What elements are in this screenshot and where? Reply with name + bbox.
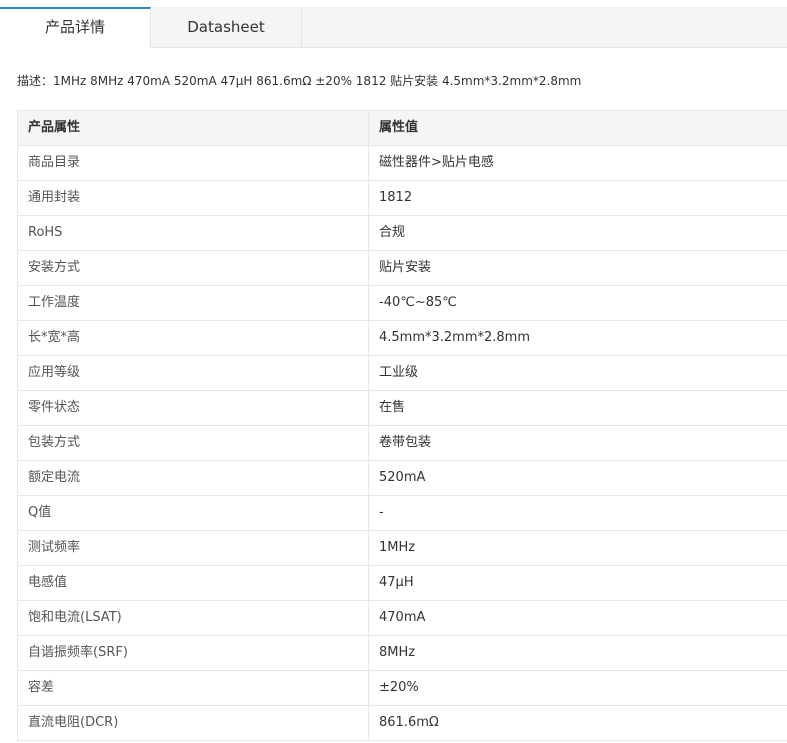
attribute-value: 磁性器件>贴片电感 (379, 155, 494, 170)
attribute-name: 电感值 (18, 566, 369, 600)
attribute-value: - (379, 505, 384, 520)
attribute-name: 应用等级 (18, 356, 369, 390)
tab-datasheet[interactable]: Datasheet (151, 7, 302, 47)
attribute-name: 测试频率 (18, 531, 369, 565)
attribute-value: 在售 (379, 400, 406, 415)
attribute-value: 1MHz (379, 540, 416, 555)
attribute-value: 工业级 (379, 365, 419, 380)
tab-bar: 产品详情 Datasheet (0, 7, 787, 48)
attribute-name: 工作温度 (18, 286, 369, 320)
header-value: 属性值 (379, 120, 419, 135)
attribute-value: 1812 (379, 190, 413, 205)
attribute-name: 安装方式 (18, 251, 369, 285)
attribute-value: 卷带包装 (379, 435, 432, 450)
attribute-name: 包装方式 (18, 426, 369, 460)
attribute-value: 贴片安装 (379, 260, 432, 275)
table-row: 商品目录 磁性器件>贴片电感 (18, 146, 787, 181)
header-attribute: 产品属性 (18, 111, 369, 145)
attribute-name: 通用封装 (18, 181, 369, 215)
table-row: 直流电阻(DCR) 861.6mΩ (18, 706, 787, 741)
table-row: 应用等级 工业级 (18, 356, 787, 391)
table-row: 零件状态 在售 (18, 391, 787, 426)
attribute-name: 自谐振频率(SRF) (18, 636, 369, 670)
tab-product-details[interactable]: 产品详情 (0, 7, 151, 48)
attribute-name: 商品目录 (18, 146, 369, 180)
table-row: 安装方式 贴片安装 (18, 251, 787, 286)
attribute-name: 容差 (18, 671, 369, 705)
attribute-value: 8MHz (379, 645, 416, 660)
attribute-name: 直流电阻(DCR) (18, 706, 369, 740)
attribute-name: 长*宽*高 (18, 321, 369, 355)
attribute-value: 合规 (379, 225, 406, 240)
attributes-table: 产品属性 属性值 商品目录 磁性器件>贴片电感 通用封装 1812 RoHS 合规 安装方式… (17, 110, 787, 741)
table-row: 包装方式 卷带包装 (18, 426, 787, 461)
attribute-name: 饱和电流(LSAT) (18, 601, 369, 635)
attribute-value: 47μH (379, 575, 414, 590)
table-row: 电感值 47μH (18, 566, 787, 601)
table-row: 测试频率 1MHz (18, 531, 787, 566)
product-description: 描述：1MHz 8MHz 470mA 520mA 47μH 861.6mΩ ±2… (17, 74, 582, 88)
attribute-name: 零件状态 (18, 391, 369, 425)
table-row: 额定电流 520mA (18, 461, 787, 496)
attribute-value: 470mA (379, 610, 426, 625)
table-row: RoHS 合规 (18, 216, 787, 251)
attribute-value: ±20% (379, 680, 419, 695)
attribute-name: RoHS (18, 216, 369, 250)
attribute-value: 861.6mΩ (379, 715, 439, 730)
table-row: 饱和电流(LSAT) 470mA (18, 601, 787, 636)
table-body: 商品目录 磁性器件>贴片电感 通用封装 1812 RoHS 合规 安装方式 贴片安装 工作温度 -… (18, 146, 787, 741)
table-row: 容差 ±20% (18, 671, 787, 706)
table-header-row: 产品属性 属性值 (18, 111, 787, 146)
table-row: Q值 - (18, 496, 787, 531)
table-row: 自谐振频率(SRF) 8MHz (18, 636, 787, 671)
attribute-value: -40℃~85℃ (379, 295, 457, 310)
attribute-value: 4.5mm*3.2mm*2.8mm (379, 330, 531, 345)
attribute-value: 520mA (379, 470, 426, 485)
table-row: 长*宽*高 4.5mm*3.2mm*2.8mm (18, 321, 787, 356)
attribute-name: 额定电流 (18, 461, 369, 495)
table-row: 工作温度 -40℃~85℃ (18, 286, 787, 321)
table-row: 通用封装 1812 (18, 181, 787, 216)
attribute-name: Q值 (18, 496, 369, 530)
